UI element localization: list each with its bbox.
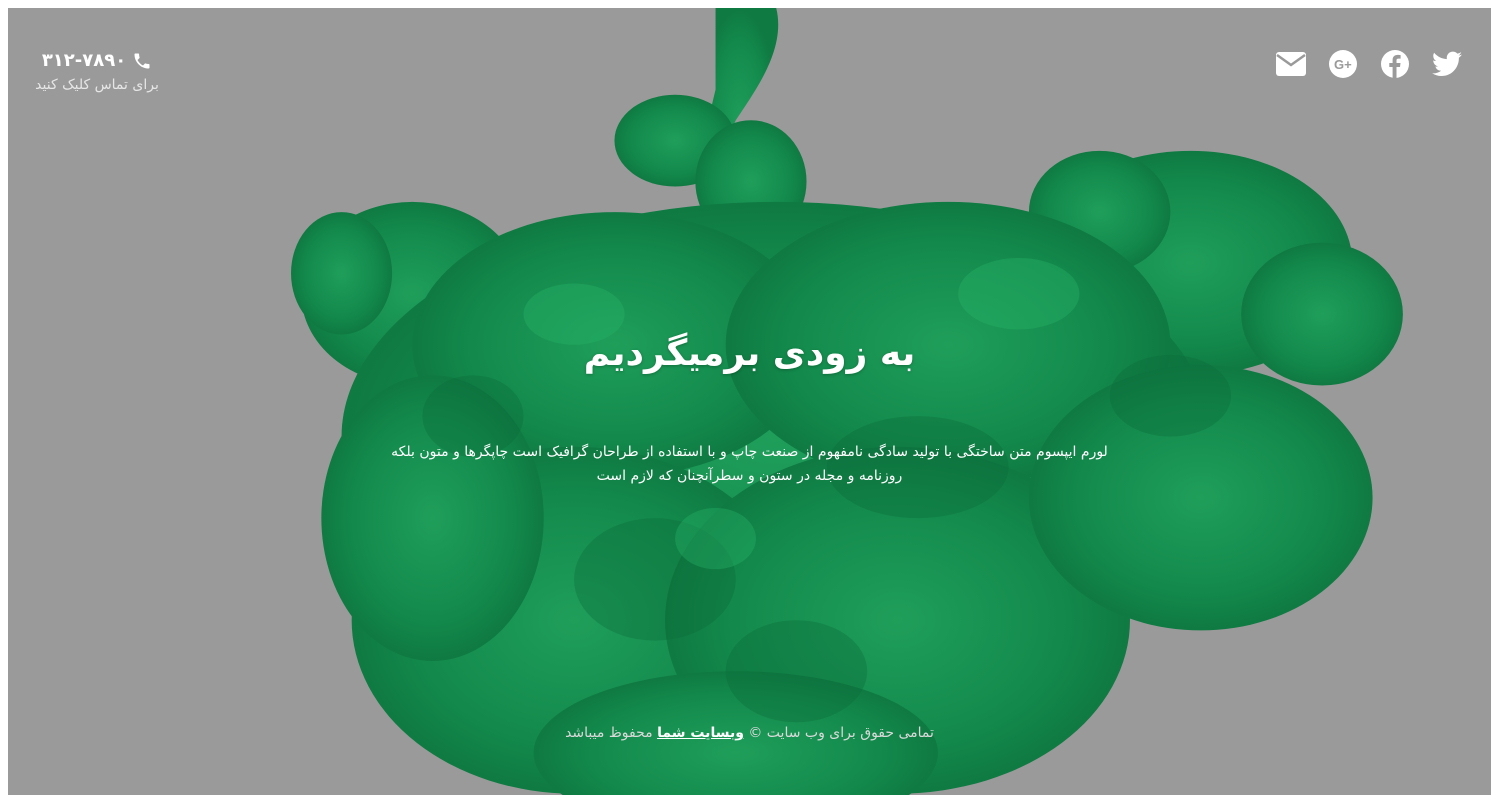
facebook-icon[interactable] bbox=[1379, 48, 1411, 80]
footer-site-link[interactable]: وبسایت شما bbox=[657, 725, 744, 741]
social-links: G+ bbox=[1275, 48, 1463, 80]
hero-title: به زودی برمیگردیم bbox=[583, 333, 916, 374]
footer-copyright: تمامی حقوق برای وب سایت © وبسایت شما محف… bbox=[8, 725, 1491, 741]
call-hint: برای تماس کلیک کنید bbox=[35, 77, 159, 93]
page-background: ۳۱۲-۷۸۹۰ برای تماس کلیک کنید G+ به زودی … bbox=[8, 8, 1491, 795]
contact-block[interactable]: ۳۱۲-۷۸۹۰ برای تماس کلیک کنید bbox=[22, 50, 172, 93]
google-plus-icon[interactable]: G+ bbox=[1327, 48, 1359, 80]
phone-number[interactable]: ۳۱۲-۷۸۹۰ bbox=[42, 50, 126, 71]
footer-suffix: محفوظ میباشد bbox=[565, 725, 653, 741]
mail-icon[interactable] bbox=[1275, 48, 1307, 80]
phone-line[interactable]: ۳۱۲-۷۸۹۰ bbox=[22, 50, 172, 71]
hero-section: به زودی برمیگردیم لورم ایپسوم متن ساختگی… bbox=[8, 328, 1491, 488]
twitter-icon[interactable] bbox=[1431, 48, 1463, 80]
footer-prefix: تمامی حقوق برای وب سایت © bbox=[748, 725, 934, 741]
hero-description: لورم ایپسوم متن ساختگی با تولید سادگی نا… bbox=[391, 444, 1108, 484]
svg-text:G+: G+ bbox=[1334, 57, 1352, 72]
phone-icon bbox=[132, 51, 152, 71]
